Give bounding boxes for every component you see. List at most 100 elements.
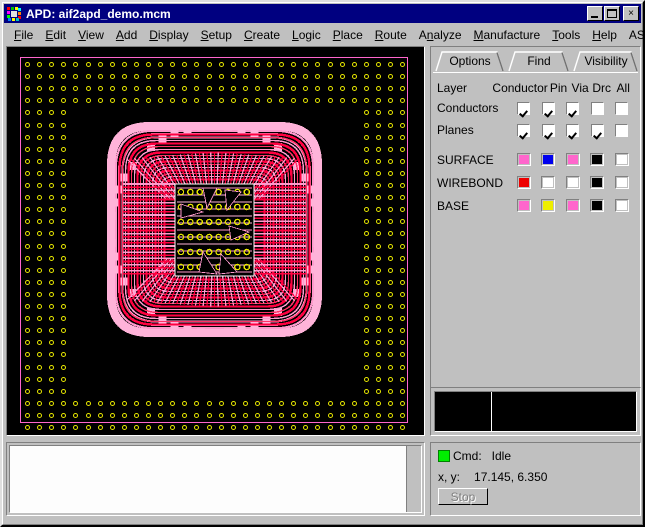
header-drc: Drc xyxy=(592,80,611,95)
color-swatch-wirebond-pin[interactable] xyxy=(541,176,556,189)
bga-pad xyxy=(400,291,406,297)
bga-pad xyxy=(375,255,381,261)
menu-item-analyze[interactable]: Analyze xyxy=(413,27,468,43)
checkbox-planes-all[interactable] xyxy=(615,123,629,137)
bga-pad xyxy=(375,364,381,370)
menu-item-display[interactable]: Display xyxy=(143,27,194,43)
bga-pad xyxy=(218,86,224,92)
color-swatch-wirebond-conductor[interactable] xyxy=(516,176,531,189)
tab-options[interactable]: Options xyxy=(435,51,505,72)
menu-item-setup[interactable]: Setup xyxy=(195,27,238,43)
color-swatch-surface-conductor[interactable] xyxy=(516,153,531,166)
cell-via xyxy=(560,199,585,212)
bga-pad xyxy=(121,400,127,406)
command-console[interactable] xyxy=(9,445,422,513)
cell-conductor xyxy=(511,199,536,212)
color-swatch-surface-drc[interactable] xyxy=(590,153,605,166)
bga-pad xyxy=(339,425,345,430)
color-swatch-surface-via[interactable] xyxy=(565,153,580,166)
tab-find[interactable]: Find xyxy=(508,51,570,72)
checkbox-conductors-conductor[interactable] xyxy=(517,101,531,115)
bga-pad xyxy=(388,376,393,382)
menu-item-route[interactable]: Route xyxy=(369,27,413,43)
bga-pad xyxy=(375,243,381,249)
menu-item-place[interactable]: Place xyxy=(327,27,369,43)
bga-pad xyxy=(49,134,55,140)
command-status-row: Cmd: Idle xyxy=(438,448,633,464)
bga-pad xyxy=(97,425,103,430)
bga-pad xyxy=(25,134,30,140)
bga-pad xyxy=(388,364,393,370)
bga-pad xyxy=(37,158,43,164)
bga-pad xyxy=(363,86,369,92)
bga-pad xyxy=(25,122,30,128)
cell-pin xyxy=(536,176,561,189)
layout-canvas[interactable] xyxy=(7,47,424,435)
menu-item-help[interactable]: Help xyxy=(586,27,623,43)
minimize-button[interactable] xyxy=(587,6,603,21)
menu-item-manufacture[interactable]: Manufacture xyxy=(468,27,547,43)
bga-pad xyxy=(146,62,151,67)
bga-pad xyxy=(218,412,224,418)
bga-pad xyxy=(37,279,43,285)
bga-pad xyxy=(61,364,67,370)
bga-pad xyxy=(388,425,393,430)
color-swatch-base-pin[interactable] xyxy=(541,199,556,212)
color-swatch-surface-all[interactable] xyxy=(614,153,629,166)
checkbox-conductors-drc[interactable] xyxy=(590,101,604,115)
bga-pad xyxy=(37,146,43,152)
xy-label: x, y: xyxy=(438,469,461,484)
checkbox-planes-drc[interactable] xyxy=(590,123,604,137)
menu-item-asm333[interactable]: ASM333 xyxy=(623,27,645,43)
layer-label: WIREBOND xyxy=(437,175,503,190)
cell-conductor xyxy=(511,123,536,137)
menu-item-logic[interactable]: Logic xyxy=(286,27,327,43)
color-swatch-base-conductor[interactable] xyxy=(516,199,531,212)
bga-pad xyxy=(339,74,345,80)
color-swatch-wirebond-all[interactable] xyxy=(614,176,629,189)
title-bar[interactable]: APD: aif2apd_demo.mcm × xyxy=(4,4,641,23)
color-swatch-surface-pin[interactable] xyxy=(541,153,556,166)
menu-item-add[interactable]: Add xyxy=(110,27,143,43)
bga-pad xyxy=(279,412,285,418)
color-swatch-base-drc[interactable] xyxy=(590,199,605,212)
world-view[interactable] xyxy=(434,391,637,432)
bga-pad xyxy=(363,255,369,261)
maximize-button[interactable] xyxy=(604,6,620,21)
cell-via xyxy=(560,101,585,115)
cell-conductor xyxy=(511,153,536,166)
bga-pad xyxy=(133,400,139,406)
bga-pad xyxy=(109,86,115,92)
color-swatch-base-all[interactable] xyxy=(614,199,629,212)
checkbox-planes-pin[interactable] xyxy=(541,123,555,137)
bga-pad xyxy=(327,425,333,430)
bga-pad xyxy=(133,74,139,80)
close-button[interactable]: × xyxy=(623,6,639,21)
color-swatch-wirebond-drc[interactable] xyxy=(590,176,605,189)
menu-item-file[interactable]: File xyxy=(8,27,39,43)
bga-pad xyxy=(339,98,345,104)
menu-item-create[interactable]: Create xyxy=(238,27,286,43)
bga-pad xyxy=(121,425,127,430)
checkbox-planes-conductor[interactable] xyxy=(517,123,531,137)
checkbox-conductors-pin[interactable] xyxy=(541,101,555,115)
visibility-row-planes: Planes xyxy=(437,119,634,141)
menu-item-view[interactable]: View xyxy=(72,27,110,43)
color-swatch-wirebond-via[interactable] xyxy=(565,176,580,189)
stop-button[interactable]: Stop xyxy=(438,488,488,505)
bga-pad xyxy=(242,74,248,80)
layer-color-rows: SURFACE WIREBOND BASE xyxy=(437,148,634,217)
menu-item-tools[interactable]: Tools xyxy=(546,27,586,43)
checkbox-conductors-via[interactable] xyxy=(566,101,580,115)
checkbox-conductors-all[interactable] xyxy=(615,101,629,115)
menu-item-edit[interactable]: Edit xyxy=(39,27,72,43)
bga-pad xyxy=(327,74,333,80)
console-scrollbar[interactable] xyxy=(406,446,421,512)
checkbox-planes-via[interactable] xyxy=(566,123,580,137)
color-swatch-base-via[interactable] xyxy=(565,199,580,212)
bga-pad xyxy=(37,255,43,261)
bga-pad xyxy=(242,400,248,406)
tab-visibility[interactable]: Visibility xyxy=(573,51,639,72)
bga-pad xyxy=(146,400,151,406)
bga-pad xyxy=(206,74,212,80)
